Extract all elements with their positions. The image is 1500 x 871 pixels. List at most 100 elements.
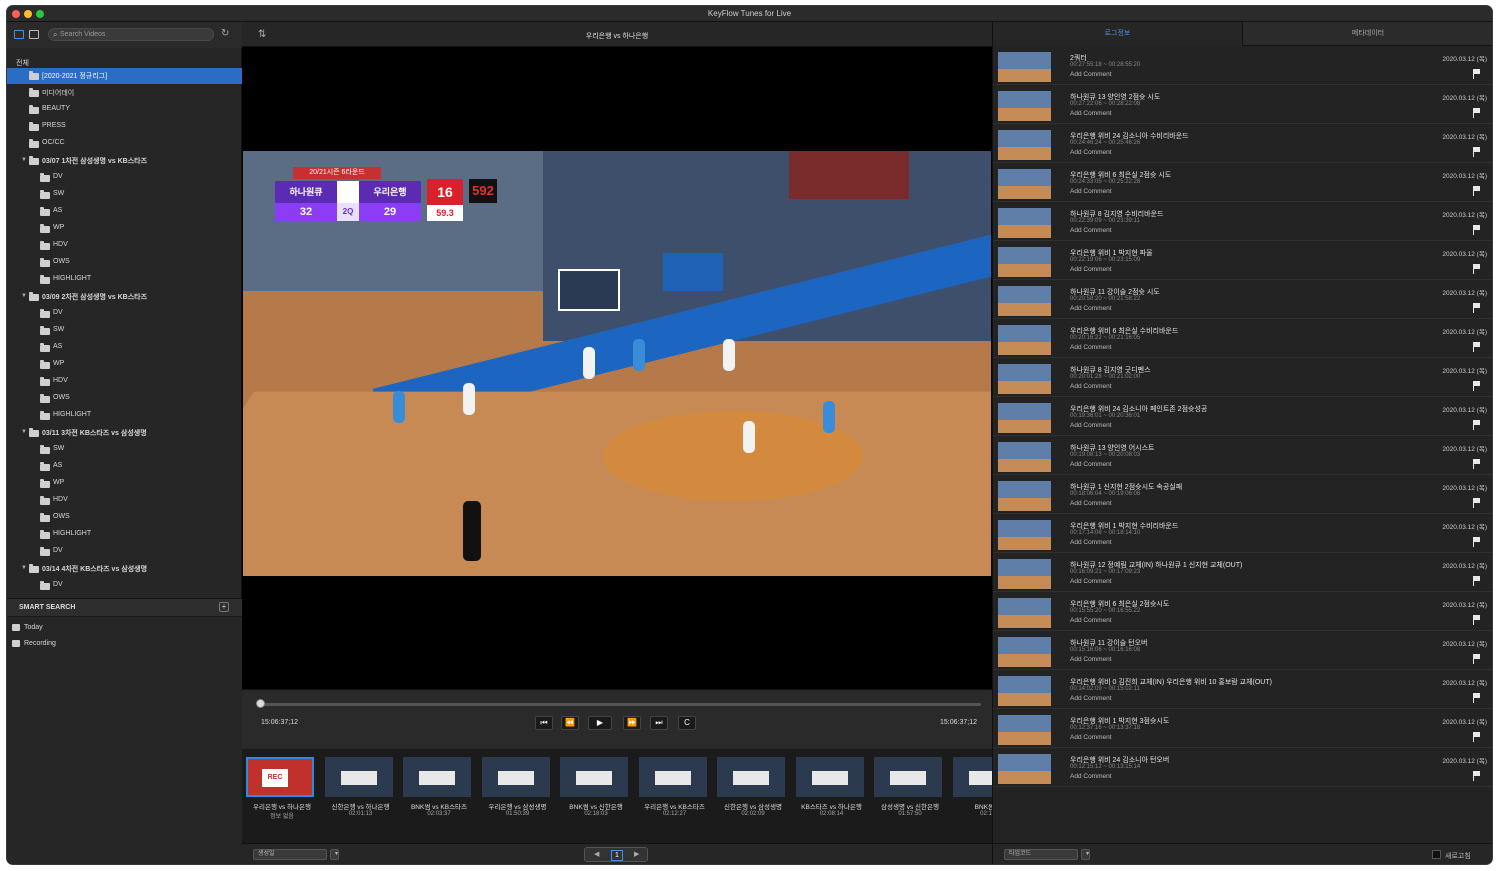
flag-icon[interactable] — [1473, 576, 1481, 586]
log-entry[interactable]: 우리은행 위비 24 김소니아 페인트존 2점슛성공 00:19:36:01 ~ … — [993, 397, 1492, 436]
log-sort-order-toggle[interactable]: ▾ — [1081, 849, 1090, 860]
smart-search-item[interactable]: Today — [12, 621, 237, 635]
log-entry[interactable]: 우리은행 위비 1 박지현 파울 00:22:19:06 ~ 00:23:15:0… — [993, 241, 1492, 280]
tab-log-info[interactable]: 로그정보 — [993, 22, 1243, 46]
log-entry[interactable]: 하나원큐 13 양인영 어시스트 00:19:08:13 ~ 00:20:08:0… — [993, 436, 1492, 475]
play-button[interactable]: ▶ — [588, 716, 612, 730]
tree-item[interactable]: WP — [7, 221, 242, 237]
flag-icon[interactable] — [1473, 420, 1481, 430]
clip-thumbnail[interactable]: 신한은행 vs 하나은행 02:01:13 — [324, 757, 397, 817]
disclosure-triangle-icon[interactable]: ▼ — [21, 565, 27, 571]
tree-item[interactable]: AS — [7, 340, 242, 356]
add-comment-link[interactable]: Add Comment — [1070, 383, 1112, 390]
add-comment-link[interactable]: Add Comment — [1070, 71, 1112, 78]
tree-item[interactable]: SW — [7, 442, 242, 458]
log-sort-select[interactable]: 타임코드 — [1004, 849, 1078, 860]
add-comment-link[interactable]: Add Comment — [1070, 422, 1112, 429]
playhead-handle[interactable] — [256, 699, 265, 708]
log-entry[interactable]: 우리은행 위비 1 박지현 수비리바운드 00:17:14:08 ~ 00:18:… — [993, 514, 1492, 553]
fast-forward-button[interactable]: ⏩ — [623, 716, 641, 730]
tree-item[interactable]: WP — [7, 357, 242, 373]
flag-icon[interactable] — [1473, 615, 1481, 625]
tree-item[interactable]: HIGHLIGHT — [7, 272, 242, 288]
add-comment-link[interactable]: Add Comment — [1070, 695, 1112, 702]
timeline-scrubber[interactable] — [259, 703, 981, 706]
clip-thumbnail[interactable]: REC 우리은행 vs 하나은행 정보 없음 — [246, 757, 318, 820]
add-comment-link[interactable]: Add Comment — [1070, 461, 1112, 468]
add-comment-link[interactable]: Add Comment — [1070, 149, 1112, 156]
add-comment-link[interactable]: Add Comment — [1070, 773, 1112, 780]
tree-item[interactable]: PRESS — [7, 119, 242, 135]
add-smart-search-button[interactable]: + — [219, 602, 229, 612]
flag-icon[interactable] — [1473, 342, 1481, 352]
add-comment-link[interactable]: Add Comment — [1070, 188, 1112, 195]
flag-icon[interactable] — [1473, 771, 1481, 781]
refresh-checkbox[interactable] — [1432, 850, 1441, 859]
tab-metadata[interactable]: 메타데이터 — [1243, 22, 1492, 46]
video-frame[interactable]: 20/21시즌 6라운드 하나원큐 우리은행 32 2Q 29 16 59.3 … — [243, 151, 991, 576]
disclosure-triangle-icon[interactable]: ▼ — [21, 429, 27, 435]
flag-icon[interactable] — [1473, 693, 1481, 703]
add-comment-link[interactable]: Add Comment — [1070, 344, 1112, 351]
clip-thumbnail[interactable]: 신한은행 vs 삼성생명 02:02:09 — [717, 757, 789, 817]
tree-item[interactable]: HDV — [7, 238, 242, 254]
flag-icon[interactable] — [1473, 732, 1481, 742]
tree-item[interactable]: HDV — [7, 374, 242, 390]
flag-icon[interactable] — [1473, 654, 1481, 664]
log-entry[interactable]: 하나원큐 1 신지현 2점슛시도 속공실패 00:18:06:04 ~ 00:19… — [993, 475, 1492, 514]
prev-page-button[interactable]: ◀ — [594, 850, 599, 858]
tree-item[interactable]: WP — [7, 476, 242, 492]
clip-thumbnail[interactable]: 우리은행 vs KB스타즈 02:12:27 — [638, 757, 711, 817]
flag-icon[interactable] — [1473, 264, 1481, 274]
sort-order-toggle[interactable]: ▾ — [330, 849, 339, 860]
tree-item[interactable]: 미디어데이 — [7, 85, 242, 101]
search-input[interactable]: ⌕ Search Videos — [48, 28, 214, 41]
log-entry[interactable]: 우리은행 위비 6 최은실 2점슛 시도 00:24:33:05 ~ 00:25:… — [993, 163, 1492, 202]
clip-thumbnail[interactable]: BNK썸 vs KB스타즈 02:03:37 — [403, 757, 475, 817]
next-page-button[interactable]: ▶ — [634, 850, 639, 858]
add-comment-link[interactable]: Add Comment — [1070, 539, 1112, 546]
skip-to-end-button[interactable]: ⏭ — [650, 716, 668, 730]
add-comment-link[interactable]: Add Comment — [1070, 617, 1112, 624]
tree-item[interactable]: HIGHLIGHT — [7, 408, 242, 424]
flag-icon[interactable] — [1473, 381, 1481, 391]
tree-item[interactable]: OWS — [7, 391, 242, 407]
clip-button[interactable]: C — [678, 716, 696, 730]
add-comment-link[interactable]: Add Comment — [1070, 305, 1112, 312]
flag-icon[interactable] — [1473, 537, 1481, 547]
tree-item[interactable]: ▼ 03/09 2차전 삼성생명 vs KB스타즈 — [7, 289, 242, 305]
tree-item[interactable]: DV — [7, 170, 242, 186]
clip-thumbnail[interactable]: 삼성생명 vs 신한은행 01:57:50 — [874, 757, 946, 817]
current-page[interactable]: 1 — [611, 850, 623, 861]
tree-item[interactable]: BEAUTY — [7, 102, 242, 118]
add-comment-link[interactable]: Add Comment — [1070, 656, 1112, 663]
add-comment-link[interactable]: Add Comment — [1070, 110, 1112, 117]
tree-item[interactable]: [2020-2021 정규리그] — [7, 68, 242, 84]
log-entry[interactable]: 우리은행 위비 6 최은실 수비리바운드 00:20:16:22 ~ 00:21:… — [993, 319, 1492, 358]
tree-item[interactable]: OWS — [7, 510, 242, 526]
log-entry[interactable]: 우리은행 위비 24 김소니아 턴오버 00:12:15:12 ~ 00:13:1… — [993, 748, 1492, 787]
log-entry[interactable]: 하나원큐 8 김지영 수비리바운드 00:22:39:09 ~ 00:23:39:… — [993, 202, 1492, 241]
tree-item[interactable]: OWS — [7, 255, 242, 271]
log-entry[interactable]: 하나원큐 11 강이슬 2점슛 시도 00:20:58:20 ~ 00:21:58… — [993, 280, 1492, 319]
log-entry[interactable]: 우리은행 위비 0 김진희 교체(IN) 우리은행 위비 10 홍보람 교체(O… — [993, 670, 1492, 709]
tree-item[interactable]: AS — [7, 459, 242, 475]
clip-thumbnail[interactable]: BNK썸 vs 신한은행 02:18:03 — [560, 757, 632, 817]
sort-select[interactable]: 생성일 — [253, 849, 327, 860]
flag-icon[interactable] — [1473, 186, 1481, 196]
tree-item[interactable]: ▼ 03/11 3차전 KB스타즈 vs 삼성생명 — [7, 425, 242, 441]
flag-icon[interactable] — [1473, 225, 1481, 235]
skip-to-start-button[interactable]: ⏮ — [535, 716, 553, 730]
library-view-icon[interactable] — [14, 30, 24, 39]
add-comment-link[interactable]: Add Comment — [1070, 578, 1112, 585]
add-comment-link[interactable]: Add Comment — [1070, 734, 1112, 741]
refresh-icon[interactable]: ↻ — [221, 28, 229, 39]
tree-item[interactable]: AS — [7, 204, 242, 220]
clip-thumbnail[interactable]: 우리은행 vs 삼성생명 01:50:39 — [481, 757, 554, 817]
add-comment-link[interactable]: Add Comment — [1070, 266, 1112, 273]
log-entry[interactable]: 우리은행 위비 1 박지현 3점슛시도 00:12:37:16 ~ 00:13:3… — [993, 709, 1492, 748]
tree-item[interactable]: DV — [7, 578, 242, 594]
flag-icon[interactable] — [1473, 69, 1481, 79]
rewind-button[interactable]: ⏪ — [561, 716, 579, 730]
tree-item[interactable]: ▼ 03/14 4차전 KB스타즈 vs 삼성생명 — [7, 561, 242, 577]
